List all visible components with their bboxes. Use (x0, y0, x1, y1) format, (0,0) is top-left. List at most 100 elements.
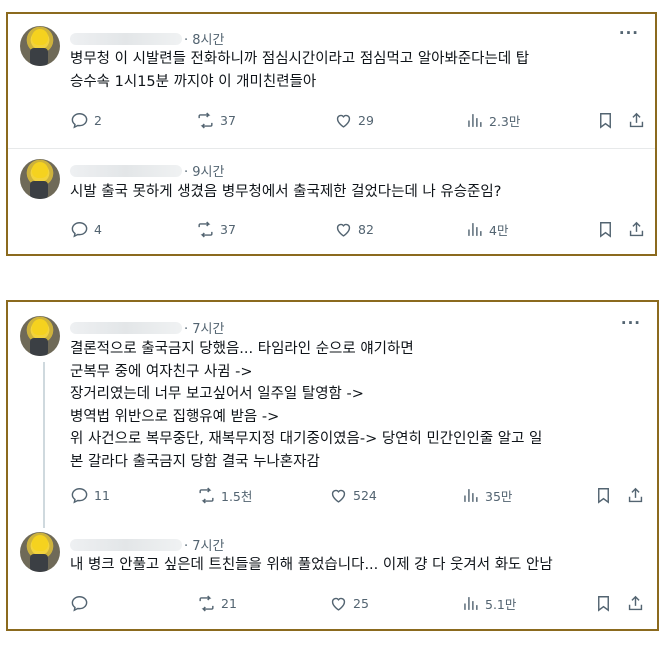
share-icon (629, 112, 644, 128)
tweet-text: 내 병크 안풀고 싶은데 트친들을 위해 풀었습니다... 이제 걍 다 웃겨서… (70, 554, 643, 577)
tweet-text-line: 시발 출국 못하게 생겼음 병무청에서 출국제한 걸었다는데 나 유승준임? (70, 184, 502, 200)
timestamp[interactable]: · 7시간 (184, 535, 224, 554)
tweet-text-line: 위 사건으로 복무중단, 재복무지정 대기중이였음-> 당연히 민간인인줄 알고… (70, 431, 543, 447)
tweet-meta: · 8시간 (70, 29, 224, 48)
tweet-group-2: · 7시간 ··· 결론적으로 출국금지 당했음... 타임라인 순으로 얘기하… (6, 300, 659, 631)
views-button[interactable]: 35만 (461, 486, 512, 505)
bookmark-icon (600, 113, 611, 129)
tweet-group-1: · 8시간 ··· 병무청 이 시발련들 전화하니까 점심시간이라고 점심먹고 … (6, 12, 657, 256)
author-name-redacted[interactable] (70, 164, 182, 177)
tweet-text-line: 본 갈라다 출국금지 당함 결국 누나혼자감 (70, 453, 320, 470)
like-button[interactable]: 82 (334, 220, 374, 239)
more-options-icon[interactable]: ··· (621, 314, 641, 332)
avatar[interactable] (20, 26, 60, 66)
reply-count: 4 (94, 222, 102, 237)
views-count: 2.3만 (489, 114, 521, 129)
retweet-icon (199, 487, 214, 504)
tweet-text-line: 병무청 이 시발련들 전화하니까 점심시간이라고 점심먹고 알아봐준다는데 탑 (70, 51, 530, 67)
retweet-button[interactable]: 1.5천 (197, 486, 252, 505)
reply-button[interactable]: 11 (70, 486, 110, 505)
views-icon (464, 489, 478, 502)
like-count: 524 (353, 488, 377, 503)
author-name-redacted[interactable] (70, 321, 182, 334)
views-icon (464, 597, 478, 610)
views-icon (468, 223, 482, 236)
retweet-button[interactable]: 37 (196, 111, 236, 130)
like-button[interactable]: 524 (329, 486, 377, 505)
like-count: 29 (358, 113, 374, 128)
retweet-button[interactable]: 37 (196, 220, 236, 239)
avatar[interactable] (20, 532, 60, 572)
tweet-text-line: 병역법 위반으로 집행유예 받음 -> (70, 408, 280, 425)
views-button[interactable]: 2.3만 (465, 111, 520, 130)
retweet-icon (198, 221, 213, 238)
reply-icon (71, 222, 88, 238)
more-options-icon[interactable]: ··· (619, 24, 639, 42)
reply-button[interactable]: 4 (70, 220, 102, 239)
author-name-redacted[interactable] (70, 32, 182, 45)
reply-count: 11 (94, 488, 110, 503)
like-icon (331, 489, 346, 503)
share-icon (629, 221, 644, 237)
tweet-meta: · 7시간 (70, 318, 224, 337)
like-icon (336, 223, 351, 237)
reply-count: 2 (94, 113, 102, 128)
tweet-text-line: 장거리였는데 너무 보고싶어서 일주일 탈영함 -> (70, 386, 364, 402)
retweet-button[interactable]: 21 (197, 594, 237, 613)
like-count: 25 (353, 596, 369, 611)
reply-button[interactable] (70, 594, 89, 613)
tweet-text-line: 승수속 1시15분 까지야 이 개미친련들아 (70, 73, 317, 90)
views-icon (468, 114, 482, 127)
share-button[interactable] (627, 111, 646, 130)
retweet-icon (199, 595, 214, 612)
tweet[interactable]: · 9시간 시발 출국 못하게 생겼음 병무청에서 출국제한 걸었다는데 나 유… (8, 149, 655, 254)
views-button[interactable]: 4만 (465, 220, 508, 239)
reply-icon (71, 113, 88, 129)
tweet[interactable]: · 7시간 내 병크 안풀고 싶은데 트친들을 위해 풀었습니다... 이제 걍… (8, 528, 657, 630)
tweet-text: 병무청 이 시발련들 전화하니까 점심시간이라고 점심먹고 알아봐준다는데 탑 … (70, 48, 641, 93)
avatar[interactable] (20, 316, 60, 356)
reply-button[interactable]: 2 (70, 111, 102, 130)
tweet-meta: · 7시간 (70, 535, 224, 554)
bookmark-button[interactable] (594, 486, 613, 505)
action-bar: 4 37 82 4만 (70, 220, 644, 240)
timestamp[interactable]: · 8시간 (184, 29, 224, 48)
share-button[interactable] (626, 594, 645, 613)
tweet-text: 결론적으로 출국금지 당했음... 타임라인 순으로 얘기하면 군복무 중에 여… (70, 338, 643, 473)
tweet-text-line: 결론적으로 출국금지 당했음... 타임라인 순으로 얘기하면 (70, 341, 414, 357)
retweet-count: 21 (221, 596, 237, 611)
share-button[interactable] (627, 220, 646, 239)
avatar[interactable] (20, 159, 60, 199)
tweet[interactable]: · 7시간 ··· 결론적으로 출국금지 당했음... 타임라인 순으로 얘기하… (8, 302, 657, 528)
retweet-count: 37 (220, 222, 236, 237)
views-button[interactable]: 5.1만 (461, 594, 516, 613)
share-icon (628, 487, 643, 503)
bookmark-icon (598, 596, 609, 612)
bookmark-icon (598, 488, 609, 504)
timestamp[interactable]: · 7시간 (184, 318, 224, 337)
like-count: 82 (358, 222, 374, 237)
tweet-text: 시발 출국 못하게 생겼음 병무청에서 출국제한 걸었다는데 나 유승준임? (70, 181, 641, 204)
reply-icon (71, 596, 88, 612)
like-icon (336, 114, 351, 128)
author-name-redacted[interactable] (70, 538, 182, 551)
retweet-count: 1.5천 (221, 489, 253, 504)
like-icon (331, 597, 346, 611)
reply-icon (71, 488, 88, 504)
retweet-icon (198, 112, 213, 129)
share-icon (628, 595, 643, 611)
timestamp[interactable]: · 9시간 (184, 161, 224, 180)
bookmark-icon (600, 222, 611, 238)
bookmark-button[interactable] (594, 594, 613, 613)
action-bar: 21 25 5.1만 (70, 594, 643, 614)
like-button[interactable]: 25 (329, 594, 369, 613)
bookmark-button[interactable] (596, 220, 615, 239)
views-count: 5.1만 (485, 597, 517, 612)
share-button[interactable] (626, 486, 645, 505)
views-count: 35만 (485, 489, 513, 504)
like-button[interactable]: 29 (334, 111, 374, 130)
tweet[interactable]: · 8시간 ··· 병무청 이 시발련들 전화하니까 점심시간이라고 점심먹고 … (8, 14, 655, 148)
views-count: 4만 (489, 223, 509, 238)
bookmark-button[interactable] (596, 111, 615, 130)
retweet-count: 37 (220, 113, 236, 128)
